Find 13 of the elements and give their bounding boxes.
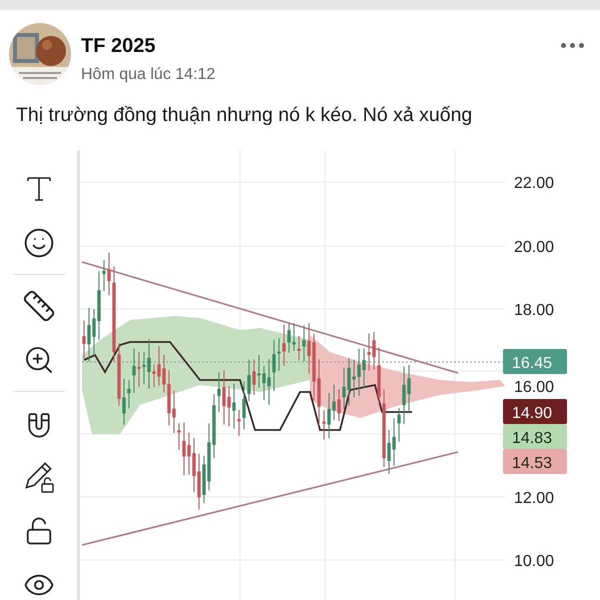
price-badge: 14.53: [503, 449, 567, 474]
price-axis-label: 18.00: [514, 302, 554, 319]
price-badge: 14.83: [503, 424, 567, 449]
price-badge: 14.90: [503, 399, 567, 424]
post-text: Thị trường đồng thuận nhưng nó k kéo. Nó xả xuống: [15, 103, 474, 128]
price-axis-label: 12.00: [514, 490, 554, 507]
price-axis-label: 20.00: [514, 239, 554, 256]
price-axis-label: 16.00: [514, 379, 554, 396]
author-name[interactable]: TF 2025: [81, 35, 549, 58]
price-axis-label: 10.00: [514, 553, 554, 570]
post-timestamp: Hôm qua lúc 14:12: [81, 66, 216, 84]
price-axis-label: 22.00: [514, 175, 554, 192]
price-badge: 16.45: [503, 349, 567, 374]
